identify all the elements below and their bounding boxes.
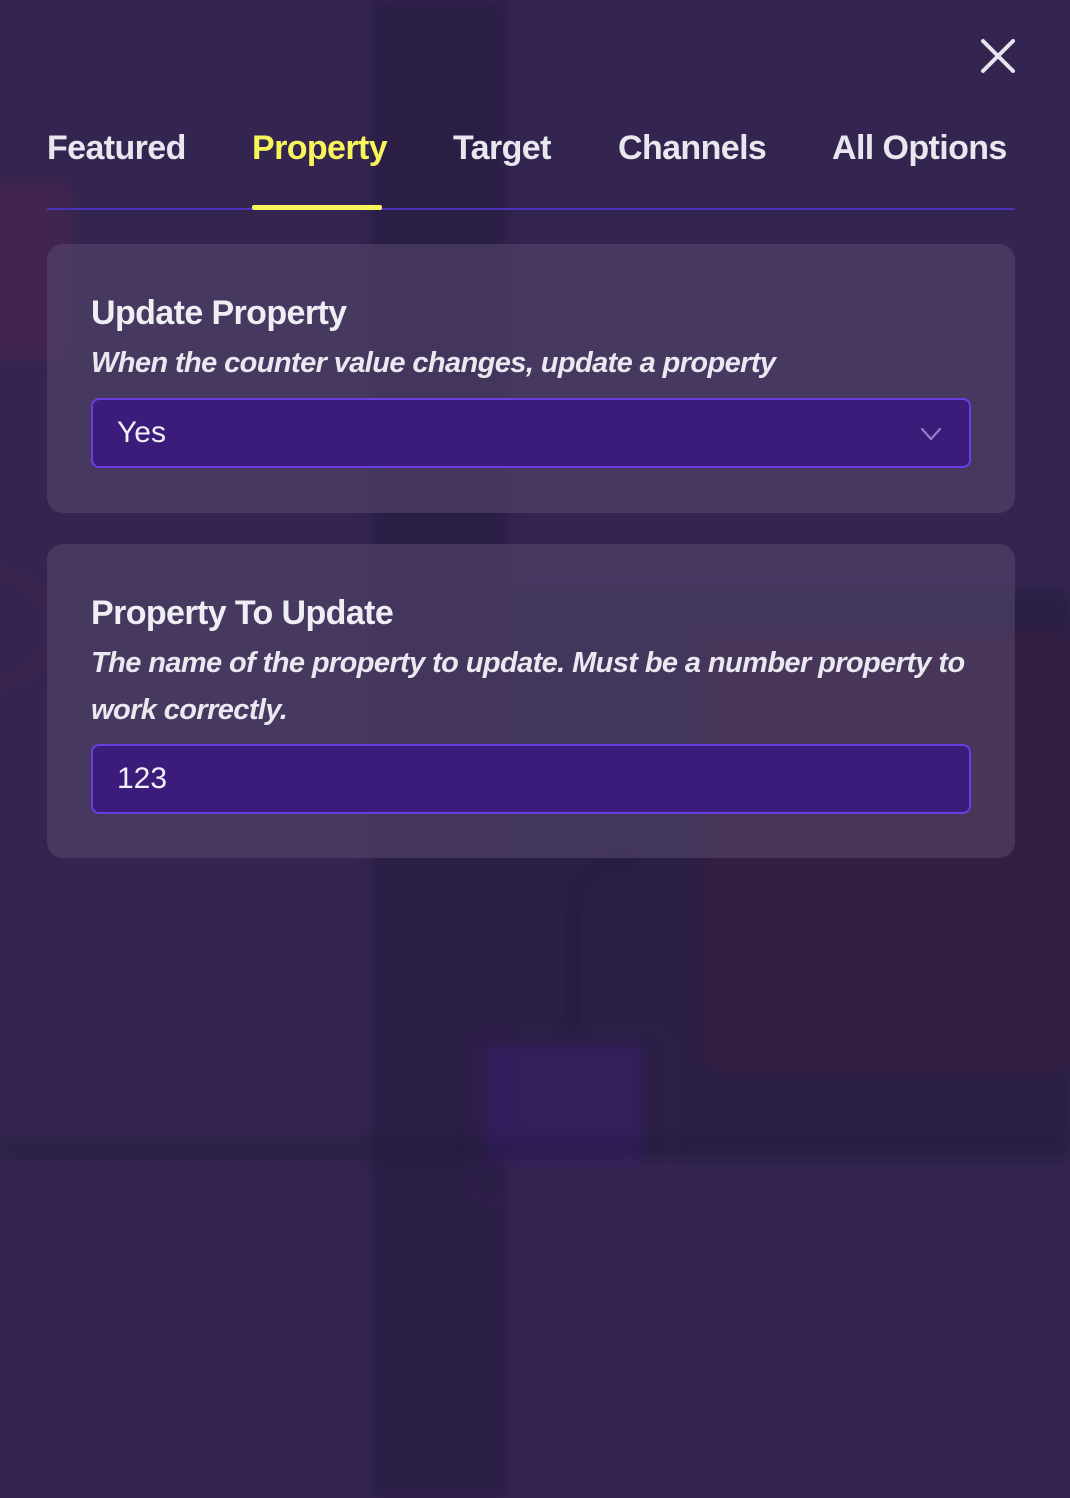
tab-property[interactable]: Property bbox=[252, 112, 388, 210]
close-button[interactable] bbox=[972, 30, 1024, 82]
close-icon bbox=[981, 39, 1015, 73]
update-property-card: Update Property When the counter value c… bbox=[47, 244, 1015, 513]
tab-all-options[interactable]: All Options bbox=[832, 112, 1012, 208]
tab-featured[interactable]: Featured bbox=[47, 112, 187, 208]
property-to-update-description: The name of the property to update. Must… bbox=[91, 647, 965, 726]
update-property-selected-value: Yes bbox=[117, 416, 166, 449]
update-property-title: Update Property bbox=[91, 294, 347, 332]
property-to-update-input[interactable] bbox=[93, 746, 969, 812]
tab-bar: Featured Property Target Channels All Op… bbox=[47, 112, 1015, 210]
update-property-select[interactable]: Yes bbox=[91, 398, 971, 468]
property-to-update-title: Property To Update bbox=[91, 594, 394, 632]
tab-target[interactable]: Target bbox=[453, 112, 553, 208]
tab-channels[interactable]: Channels bbox=[618, 112, 768, 208]
property-to-update-field[interactable] bbox=[91, 744, 971, 814]
property-to-update-card: Property To Update The name of the prope… bbox=[47, 544, 1015, 858]
options-modal: Featured Property Target Channels All Op… bbox=[0, 0, 1070, 1498]
chevron-down-icon bbox=[920, 427, 942, 441]
update-property-description: When the counter value changes, update a… bbox=[91, 347, 776, 379]
